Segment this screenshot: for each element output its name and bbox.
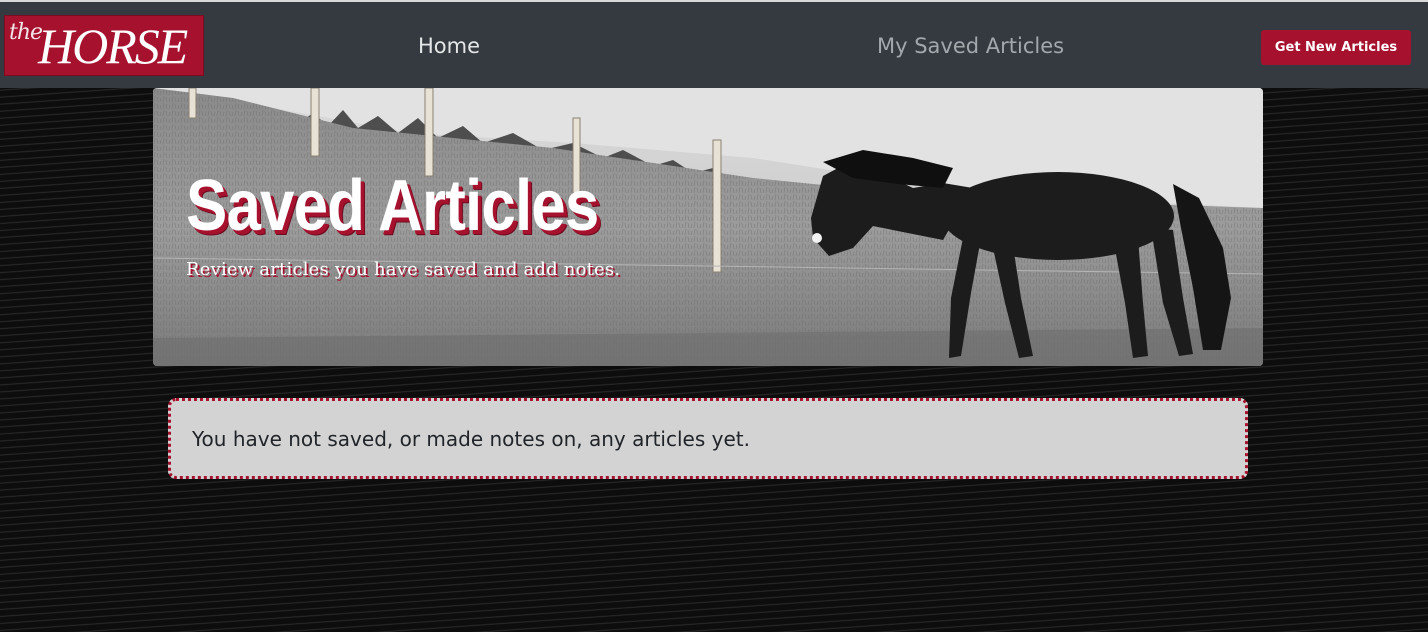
empty-state-message: You have not saved, or made notes on, an…	[192, 427, 750, 451]
hero-banner: Saved Articles Review articles you have …	[153, 88, 1263, 366]
empty-state-notice: You have not saved, or made notes on, an…	[168, 398, 1248, 479]
logo-name: HORSE	[38, 18, 188, 74]
page-title: Saved Articles	[186, 166, 599, 246]
get-new-articles-button[interactable]: Get New Articles	[1261, 30, 1411, 65]
nav-home-link[interactable]: Home	[418, 32, 480, 60]
nav-saved-articles-link[interactable]: My Saved Articles	[877, 32, 1064, 60]
site-logo[interactable]: the HORSE	[4, 15, 204, 76]
navbar: the HORSE Home My Saved Articles Get New…	[0, 0, 1428, 88]
page-subtitle: Review articles you have saved and add n…	[186, 259, 621, 280]
